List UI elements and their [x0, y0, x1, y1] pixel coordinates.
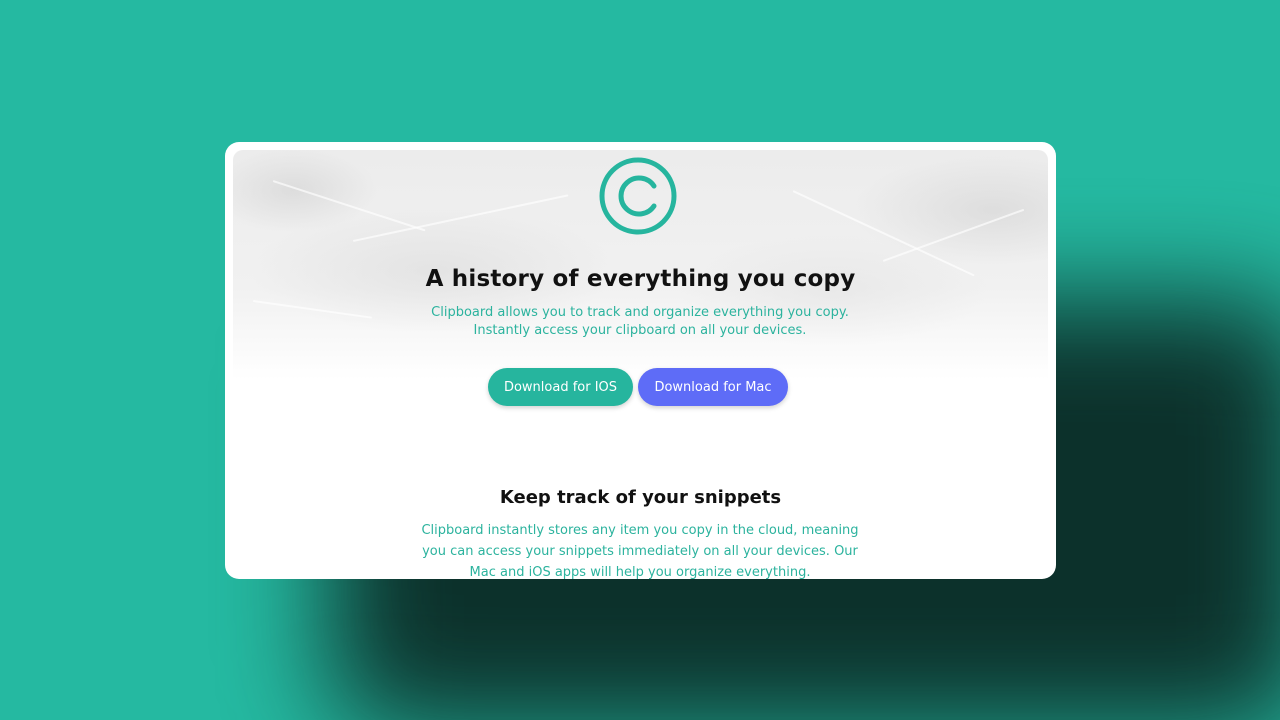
download-ios-button[interactable]: Download for IOS [488, 368, 633, 406]
hero-description: Clipboard allows you to track and organi… [431, 305, 849, 338]
hero-title: A history of everything you copy [425, 266, 856, 292]
page-preview-card: A history of everything you copy Clipboa… [225, 142, 1056, 579]
snippets-description: Clipboard instantly stores any item you … [421, 523, 859, 579]
clipboard-logo-icon [599, 157, 677, 235]
snippets-heading: Keep track of your snippets [499, 487, 782, 508]
download-mac-button[interactable]: Download for Mac [638, 368, 788, 406]
